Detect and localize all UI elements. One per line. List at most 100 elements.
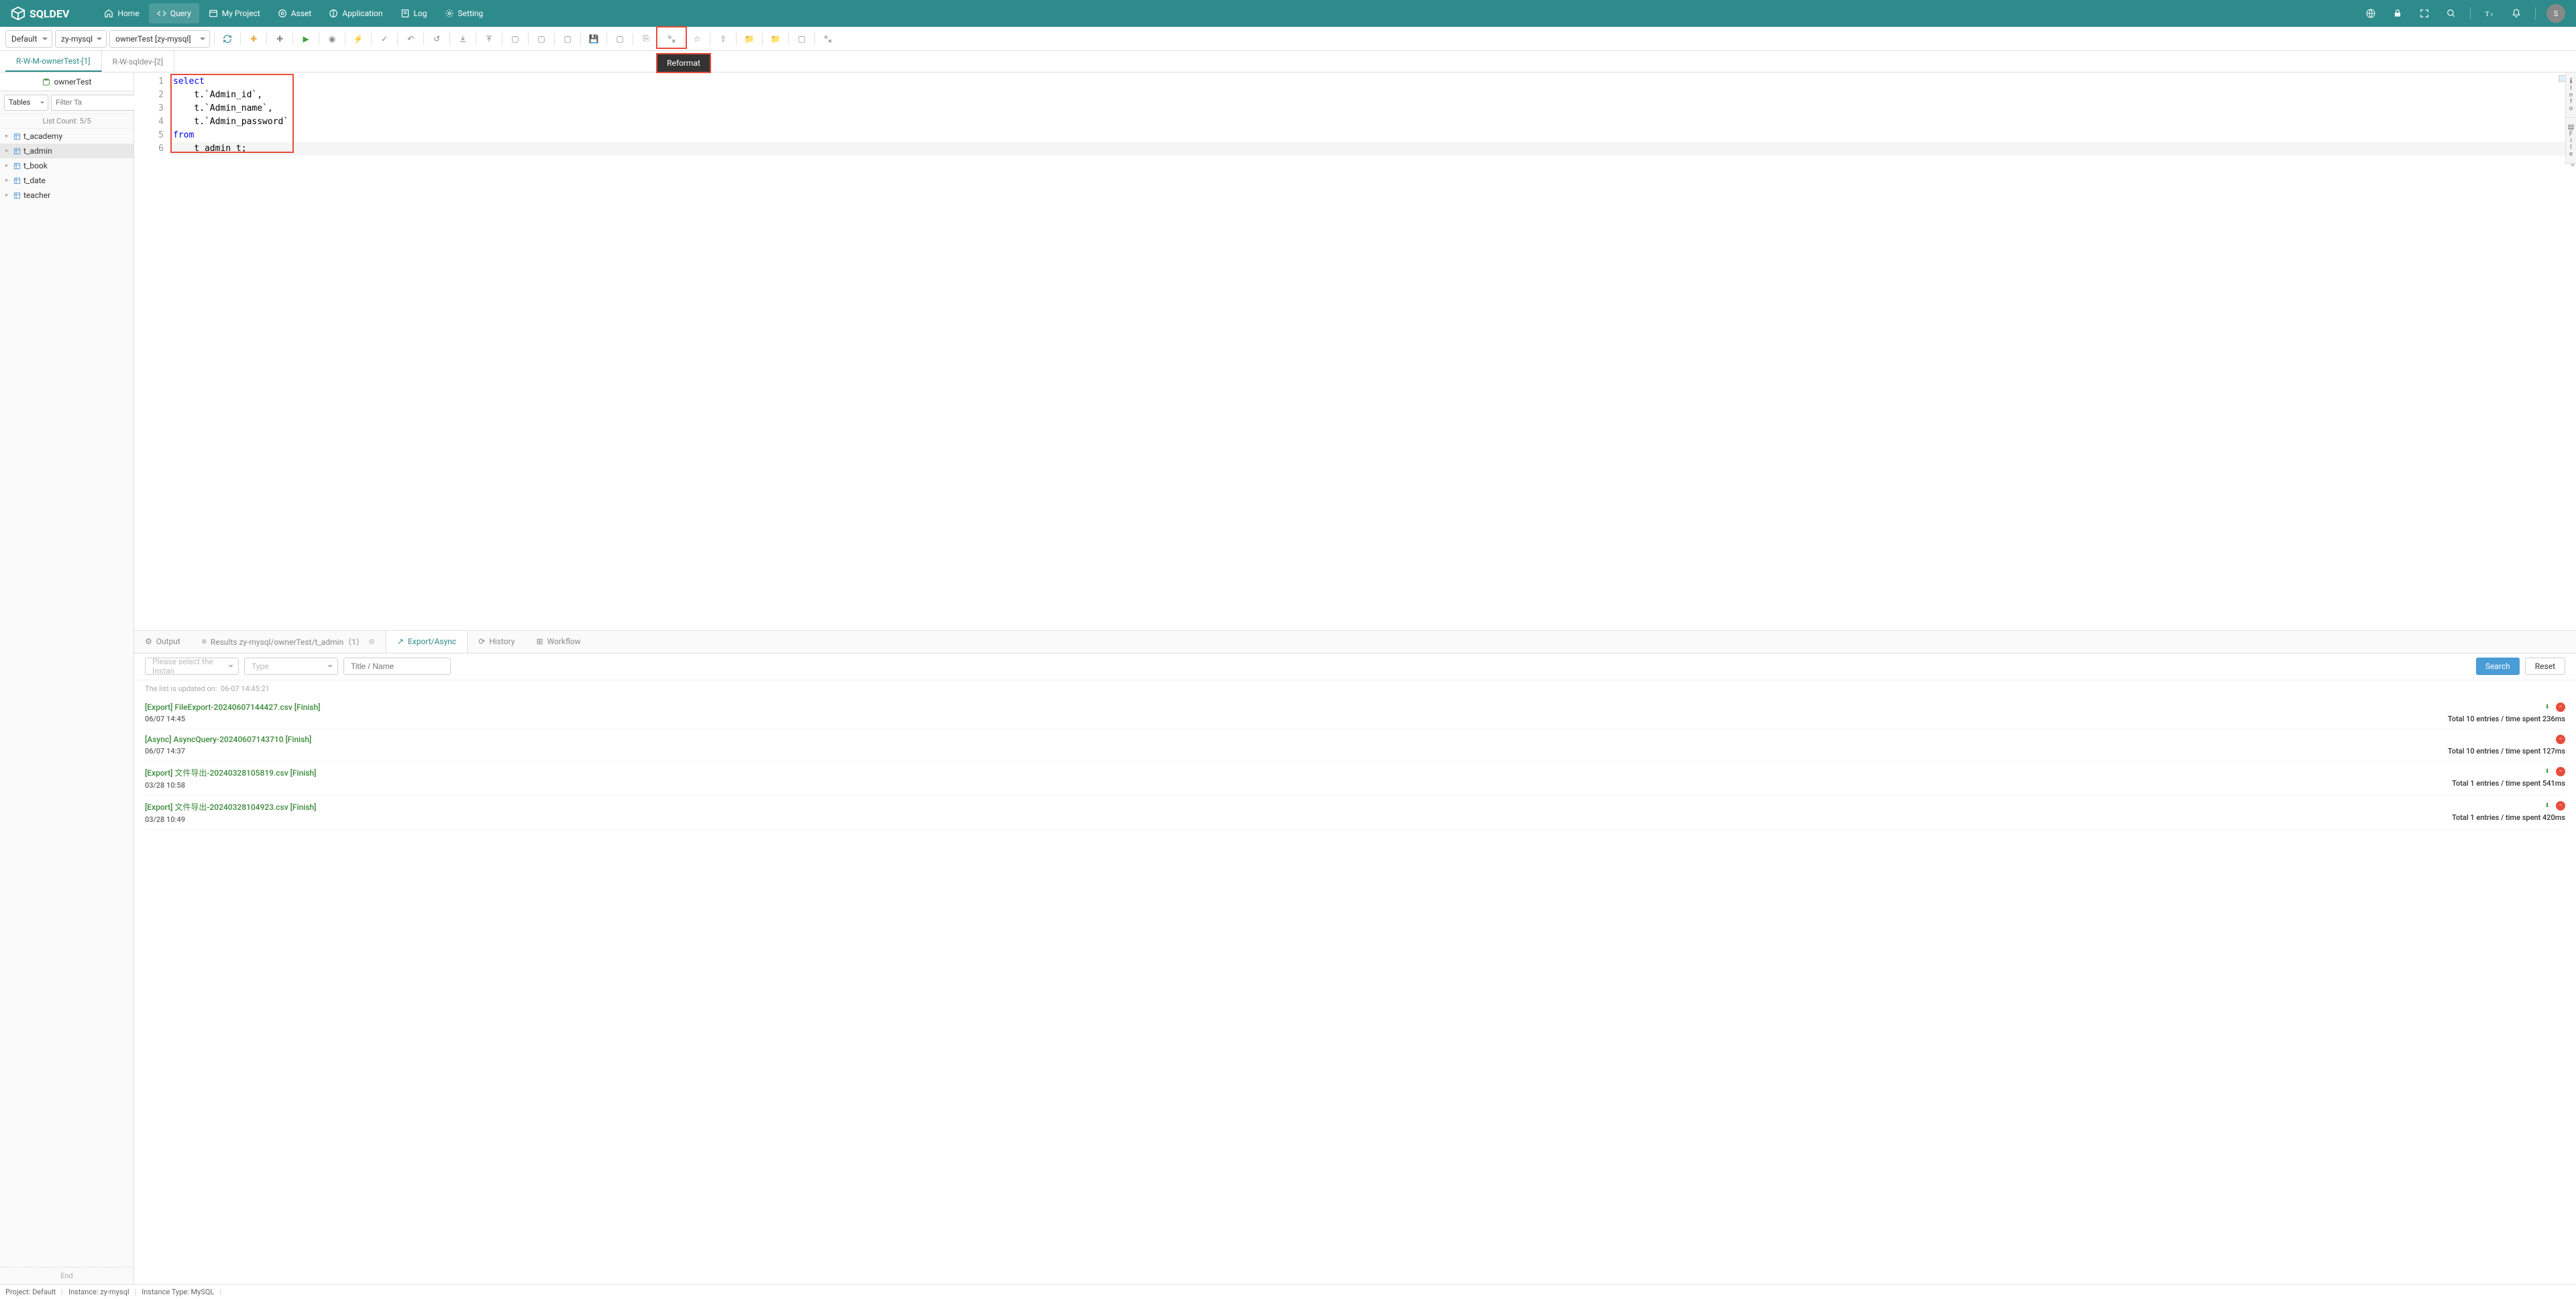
nav-item-asset[interactable]: Asset — [270, 3, 320, 23]
panel3-button[interactable]: ▢ — [559, 30, 576, 48]
lock-icon[interactable] — [2390, 5, 2406, 21]
delete-icon[interactable]: − — [2556, 703, 2565, 712]
history-button[interactable]: ↺ — [428, 30, 445, 48]
run-button[interactable]: ▶ — [297, 30, 315, 48]
db-header[interactable]: ownerTest — [0, 72, 133, 91]
export-item[interactable]: [Export] FileExport-20240607144427.csv [… — [145, 697, 2565, 729]
list-count: List Count: 5/5 — [0, 114, 133, 129]
download-button[interactable] — [454, 30, 472, 48]
avatar[interactable]: S — [2546, 4, 2565, 23]
right-tab-info[interactable]: ℹInfo — [2566, 72, 2576, 118]
editor-tabs: R-W-M-ownerTest-[1]R-W-sqldev-[2] — [0, 51, 2576, 72]
search-icon[interactable] — [2443, 5, 2459, 21]
export-item[interactable]: [Async] AsyncQuery-20240607143710 [Finis… — [145, 729, 2565, 762]
panel1-button[interactable]: ▢ — [506, 30, 524, 48]
download-icon[interactable]: ⬇ — [2542, 801, 2552, 811]
main-area: ownerTest Tables List Count: 5/5 ▸t_acad… — [0, 72, 2576, 1284]
object-type-select[interactable]: Tables — [4, 95, 48, 111]
export-title: [Async] AsyncQuery-20240607143710 [Finis… — [145, 735, 2448, 744]
db-name: ownerTest — [54, 77, 92, 87]
table-item[interactable]: ▸t_book — [0, 158, 133, 173]
undo-button[interactable]: ↶ — [402, 30, 419, 48]
table-item[interactable]: ▸t_admin — [0, 144, 133, 158]
result-tab[interactable]: ⊞Workflow — [525, 631, 591, 653]
instance-select[interactable]: zy-mysql — [55, 30, 107, 48]
table-icon — [13, 192, 21, 199]
project-select[interactable]: Default — [5, 30, 52, 48]
divider — [580, 33, 581, 45]
ai-icon[interactable] — [2363, 5, 2379, 21]
sql-editor[interactable]: 123456 select t.`Admin_id`, t.`Admin_nam… — [134, 72, 2576, 630]
new-button[interactable]: ✚ — [245, 30, 262, 48]
project-icon — [209, 9, 218, 18]
code-line: t.`Admin_id`, — [170, 90, 262, 100]
nav-item-setting[interactable]: Setting — [437, 3, 492, 23]
divider — [788, 33, 789, 45]
save-button[interactable]: 💾 — [585, 30, 602, 48]
table-name: t_date — [23, 176, 46, 185]
table-icon — [13, 162, 21, 170]
nav-item-query[interactable]: Query — [149, 3, 199, 23]
table-item[interactable]: ▸t_date — [0, 173, 133, 188]
tools-button[interactable] — [819, 30, 837, 48]
text-size-icon[interactable]: TT — [2481, 5, 2498, 21]
bell-icon[interactable] — [2508, 5, 2524, 21]
top-nav: SQLDEV HomeQueryMy ProjectAssetApplicati… — [0, 0, 2576, 27]
copy-button[interactable]: ⎘ — [637, 30, 655, 48]
saveall-button[interactable]: ▢ — [611, 30, 629, 48]
schema-select[interactable]: ownerTest [zy-mysql] — [109, 30, 210, 48]
editor-tab[interactable]: R-W-sqldev-[2] — [102, 51, 175, 72]
upload-button[interactable] — [480, 30, 498, 48]
favorite-button[interactable]: ☆ — [688, 30, 706, 48]
nav-item-home[interactable]: Home — [96, 3, 147, 23]
search-button[interactable]: Search — [2476, 658, 2520, 675]
table-item[interactable]: ▸t_academy — [0, 129, 133, 144]
export-button[interactable]: ⇪ — [714, 30, 732, 48]
reformat-tooltip: Reformat — [656, 53, 711, 73]
add-button[interactable]: ✚ — [271, 30, 288, 48]
refresh-button[interactable] — [219, 30, 236, 48]
title-filter-input[interactable] — [343, 658, 451, 675]
chevron-right-icon: ▸ — [5, 162, 11, 169]
panel2-button[interactable]: ▢ — [533, 30, 550, 48]
instance-filter[interactable]: Please select the Instan — [145, 658, 239, 675]
code-area[interactable]: select t.`Admin_id`, t.`Admin_name`, t.`… — [170, 72, 2576, 630]
nav-item-my-project[interactable]: My Project — [201, 3, 268, 23]
nav-item-application[interactable]: Application — [321, 3, 390, 23]
download-icon[interactable]: ⬇ — [2542, 703, 2552, 712]
reset-button[interactable]: Reset — [2525, 658, 2565, 675]
app-logo[interactable]: SQLDEV — [11, 6, 69, 21]
tab-icon: ⚙ — [145, 637, 152, 646]
delete-icon[interactable]: − — [2556, 767, 2565, 776]
delete-icon[interactable]: − — [2556, 735, 2565, 744]
flash-button[interactable]: ⚡ — [350, 30, 367, 48]
type-filter[interactable]: Type — [244, 658, 338, 675]
divider — [214, 33, 215, 45]
right-tab-file[interactable]: ▤File — [2566, 118, 2576, 164]
tab-icon: ⊞ — [536, 637, 543, 646]
logo-icon — [11, 6, 25, 21]
folder1-button[interactable]: 📁 — [741, 30, 758, 48]
export-title: [Export] 文件导出-20240328104923.csv [Finish… — [145, 801, 2452, 813]
export-item[interactable]: [Export] 文件导出-20240328105819.csv [Finish… — [145, 762, 2565, 796]
table-item[interactable]: ▸teacher — [0, 188, 133, 203]
result-tab[interactable]: ⚙Output — [134, 631, 191, 653]
export-item[interactable]: [Export] 文件导出-20240328104923.csv [Finish… — [145, 796, 2565, 830]
download-icon[interactable]: ⬇ — [2542, 767, 2552, 776]
stop-button[interactable]: ◉ — [323, 30, 341, 48]
delete-icon[interactable]: − — [2556, 801, 2565, 811]
nav-item-log[interactable]: Log — [392, 3, 435, 23]
close-icon[interactable]: ⊕ — [368, 637, 375, 646]
code-line: from — [170, 130, 194, 140]
folder2-button[interactable]: 📁 — [767, 30, 784, 48]
result-tab[interactable]: ⟳History — [468, 631, 525, 653]
fullscreen-icon[interactable] — [2416, 5, 2432, 21]
result-tab[interactable]: ≡Results zy-mysql/ownerTest/t_admin（1）⊕ — [191, 631, 386, 653]
result-tabs: ⚙Output≡Results zy-mysql/ownerTest/t_adm… — [134, 631, 2576, 654]
check-button[interactable]: ✓ — [376, 30, 393, 48]
result-tab[interactable]: ↗Export/Async — [386, 631, 468, 653]
folder3-button[interactable]: ▢ — [793, 30, 810, 48]
bottom-pane: ⚙Output≡Results zy-mysql/ownerTest/t_adm… — [134, 630, 2576, 1284]
reformat-button[interactable] — [663, 30, 680, 48]
editor-tab[interactable]: R-W-M-ownerTest-[1] — [5, 51, 102, 72]
